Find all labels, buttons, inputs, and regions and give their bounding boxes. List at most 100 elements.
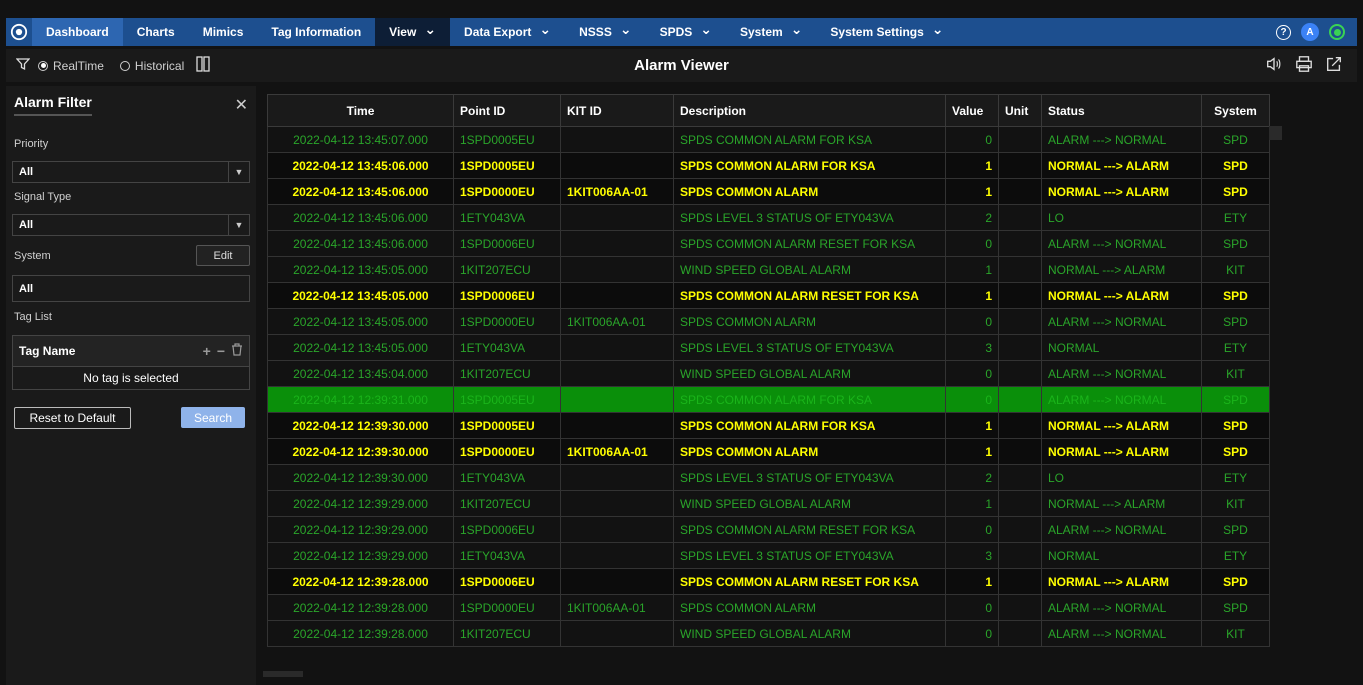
table-row[interactable]: 2022-04-12 12:39:28.000 1SPD0006EU SPDS CO… (267, 568, 1270, 595)
table-cell-point-id: 1SPD0006EU (453, 230, 561, 257)
nav-item-dashboard[interactable]: Dashboard (32, 18, 123, 46)
nav-item-nsss[interactable]: NSSS ⌄ (565, 18, 645, 46)
column-header-system[interactable]: System (1201, 94, 1270, 127)
table-row[interactable]: 2022-04-12 12:39:31.000 1SPD0005EU SPDS CO… (267, 386, 1270, 413)
table-cell-time: 2022-04-12 12:39:28.000 (267, 568, 454, 595)
nav-item-view[interactable]: View ⌄ (375, 18, 451, 46)
table-cell-description: SPDS LEVEL 3 STATUS OF ETY043VA (673, 204, 946, 231)
table-row[interactable]: 2022-04-12 13:45:06.000 1SPD0006EU SPDS CO… (267, 230, 1270, 257)
column-header-time[interactable]: Time (267, 94, 454, 127)
chevron-down-icon: ▼ (228, 162, 249, 182)
table-cell-kit-id (560, 360, 674, 387)
table-cell-unit (998, 334, 1042, 361)
app-logo-icon[interactable] (6, 18, 32, 46)
nav-item-system-settings[interactable]: System Settings ⌄ (816, 18, 957, 46)
signal-type-value: All (19, 219, 34, 231)
help-icon[interactable]: ? (1276, 24, 1291, 40)
connection-status-icon (1329, 24, 1345, 40)
table-row[interactable]: 2022-04-12 13:45:05.000 1SPD0006EU SPDS CO… (267, 282, 1270, 309)
table-cell-unit (998, 542, 1042, 569)
table-row[interactable]: 2022-04-12 13:45:04.000 1KIT207ECU WIND SP… (267, 360, 1270, 387)
column-header-kit-id[interactable]: KIT ID (560, 94, 674, 127)
nav-item-tag-information[interactable]: Tag Information (257, 18, 375, 46)
vertical-scrollbar[interactable] (1269, 126, 1282, 140)
table-cell-unit (998, 230, 1042, 257)
table-row[interactable]: 2022-04-12 12:39:30.000 1SPD0005EU SPDS CO… (267, 412, 1270, 439)
table-row[interactable]: 2022-04-12 13:45:05.000 1SPD0000EU 1KIT006… (267, 308, 1270, 335)
table-row[interactable]: 2022-04-12 12:39:28.000 1KIT207ECU WIND SP… (267, 620, 1270, 647)
table-cell-system: SPD (1201, 438, 1270, 465)
table-row[interactable]: 2022-04-12 12:39:29.000 1ETY043VA SPDS LEV… (267, 542, 1270, 569)
signal-type-select[interactable]: All ▼ (12, 214, 250, 236)
user-avatar[interactable]: A (1301, 23, 1319, 41)
table-cell-time: 2022-04-12 12:39:29.000 (267, 542, 454, 569)
nav-item-system[interactable]: System ⌄ (726, 18, 816, 46)
table-row[interactable]: 2022-04-12 12:39:30.000 1SPD0000EU 1KIT006… (267, 438, 1270, 465)
export-icon[interactable] (1325, 55, 1343, 76)
search-button[interactable]: Search (181, 407, 245, 428)
table-row[interactable]: 2022-04-12 13:45:05.000 1KIT207ECU WIND SP… (267, 256, 1270, 283)
table-row[interactable]: 2022-04-12 13:45:06.000 1SPD0005EU SPDS CO… (267, 152, 1270, 179)
close-icon[interactable]: ✕ (235, 95, 248, 115)
chevron-down-icon: ⌄ (619, 21, 632, 37)
nav-item-mimics[interactable]: Mimics (189, 18, 258, 46)
table-cell-time: 2022-04-12 12:39:30.000 (267, 412, 454, 439)
table-cell-status: NORMAL ---> ALARM (1041, 152, 1202, 179)
split-view-icon[interactable] (196, 56, 210, 75)
table-cell-description: SPDS COMMON ALARM RESET FOR KSA (673, 230, 946, 257)
column-header-unit[interactable]: Unit (998, 94, 1042, 127)
system-label: System (14, 249, 51, 262)
table-row[interactable]: 2022-04-12 12:39:29.000 1SPD0006EU SPDS CO… (267, 516, 1270, 543)
table-cell-status: ALARM ---> NORMAL (1041, 308, 1202, 335)
horizontal-scrollbar[interactable] (263, 671, 303, 677)
table-cell-value: 3 (945, 334, 999, 361)
column-header-status[interactable]: Status (1041, 94, 1202, 127)
table-cell-unit (998, 490, 1042, 517)
system-field[interactable]: All (12, 275, 250, 302)
table-cell-unit (998, 256, 1042, 283)
column-header-value[interactable]: Value (945, 94, 999, 127)
historical-radio[interactable]: Historical (119, 59, 184, 73)
table-cell-time: 2022-04-12 13:45:06.000 (267, 178, 454, 205)
table-row[interactable]: 2022-04-12 12:39:30.000 1ETY043VA SPDS LEV… (267, 464, 1270, 491)
reset-to-default-button[interactable]: Reset to Default (14, 407, 131, 429)
filter-icon[interactable] (15, 57, 31, 74)
nav-item-label: Dashboard (46, 25, 109, 39)
nav-item-charts[interactable]: Charts (123, 18, 189, 46)
add-icon[interactable]: + (203, 343, 211, 359)
table-row[interactable]: 2022-04-12 13:45:06.000 1SPD0000EU 1KIT006… (267, 178, 1270, 205)
table-cell-time: 2022-04-12 13:45:04.000 (267, 360, 454, 387)
system-edit-button[interactable]: Edit (196, 245, 250, 266)
priority-select[interactable]: All ▼ (12, 161, 250, 183)
nav-item-label: System Settings (830, 25, 924, 39)
remove-icon[interactable]: − (217, 343, 225, 359)
print-icon[interactable] (1295, 55, 1313, 76)
column-header-description[interactable]: Description (673, 94, 946, 127)
radio-unselected-icon (119, 60, 130, 71)
table-cell-time: 2022-04-12 12:39:31.000 (267, 386, 454, 413)
table-cell-value: 0 (945, 620, 999, 647)
table-row[interactable]: 2022-04-12 13:45:06.000 1ETY043VA SPDS LEV… (267, 204, 1270, 231)
table-cell-status: NORMAL ---> ALARM (1041, 256, 1202, 283)
table-row[interactable]: 2022-04-12 13:45:05.000 1ETY043VA SPDS LEV… (267, 334, 1270, 361)
nav-item-label: System (739, 25, 783, 39)
trash-icon[interactable] (231, 343, 243, 359)
table-row[interactable]: 2022-04-12 13:45:07.000 1SPD0005EU SPDS CO… (267, 126, 1270, 153)
nav-item-spds[interactable]: SPDS ⌄ (646, 18, 726, 46)
realtime-radio[interactable]: RealTime (38, 59, 104, 73)
signal-type-label: Signal Type (14, 191, 72, 203)
table-row[interactable]: 2022-04-12 12:39:28.000 1SPD0000EU 1KIT006… (267, 594, 1270, 621)
tag-list-label: Tag List (14, 311, 52, 323)
column-header-point-id[interactable]: Point ID (453, 94, 561, 127)
table-row[interactable]: 2022-04-12 12:39:29.000 1KIT207ECU WIND SP… (267, 490, 1270, 517)
nav-item-data-export[interactable]: Data Export ⌄ (450, 18, 565, 46)
table-cell-status: ALARM ---> NORMAL (1041, 516, 1202, 543)
nav-item-label: Mimics (202, 25, 244, 39)
table-cell-kit-id (560, 230, 674, 257)
sound-icon[interactable] (1265, 55, 1283, 76)
top-nav-bar: Dashboard Charts Mimics Tag Information View… (6, 18, 1357, 46)
table-cell-description: SPDS LEVEL 3 STATUS OF ETY043VA (673, 464, 946, 491)
table-cell-point-id: 1SPD0000EU (453, 438, 561, 465)
table-cell-unit (998, 386, 1042, 413)
table-cell-description: SPDS COMMON ALARM RESET FOR KSA (673, 568, 946, 595)
